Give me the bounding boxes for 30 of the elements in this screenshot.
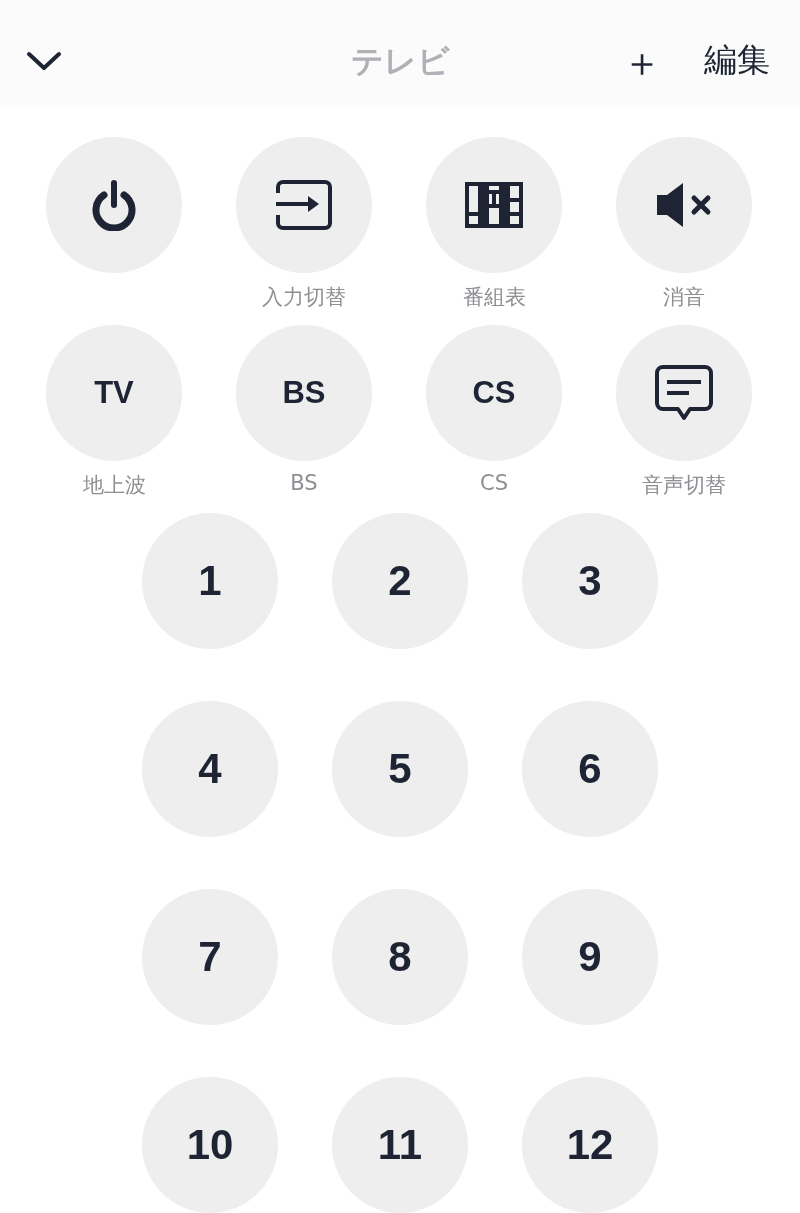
channel-number-button[interactable]: 5 bbox=[332, 701, 468, 837]
input-icon bbox=[274, 179, 334, 231]
channel-number-button[interactable]: 11 bbox=[332, 1077, 468, 1213]
button-label: 音声切替 bbox=[642, 472, 726, 499]
channel-number-button[interactable]: 1 bbox=[142, 513, 278, 649]
screen-title: テレビ bbox=[350, 42, 450, 80]
button-label: 消音 bbox=[663, 284, 705, 311]
button-label: CS bbox=[480, 471, 508, 495]
channel-number-button[interactable]: 8 bbox=[332, 889, 468, 1025]
grid-icon bbox=[465, 182, 523, 228]
button-label: 地上波 bbox=[82, 472, 146, 499]
channel-number-button[interactable]: 2 bbox=[332, 513, 468, 649]
channel-number-button[interactable]: 10 bbox=[142, 1077, 278, 1213]
channel-type-button[interactable]: TV bbox=[46, 325, 182, 461]
channel-number-button[interactable]: 9 bbox=[522, 889, 658, 1025]
speech-bubble-icon bbox=[655, 365, 713, 421]
channel-type-button[interactable]: BS bbox=[236, 325, 372, 461]
channel-type-button[interactable]: CS bbox=[426, 325, 562, 461]
edit-button[interactable]: 編集 bbox=[704, 38, 770, 83]
channel-number-button[interactable]: 3 bbox=[522, 513, 658, 649]
add-button[interactable]: ＋ bbox=[622, 36, 662, 88]
channel-number-button[interactable]: 7 bbox=[142, 889, 278, 1025]
channel-number-button[interactable]: 12 bbox=[522, 1077, 658, 1213]
button-label: 番組表 bbox=[462, 284, 526, 311]
channel-number-button[interactable]: 4 bbox=[142, 701, 278, 837]
power-icon bbox=[90, 179, 138, 231]
button-label: 入力切替 bbox=[262, 284, 346, 311]
button-label: BS bbox=[290, 471, 318, 495]
mute-icon bbox=[655, 183, 713, 227]
channel-number-button[interactable]: 6 bbox=[522, 701, 658, 837]
